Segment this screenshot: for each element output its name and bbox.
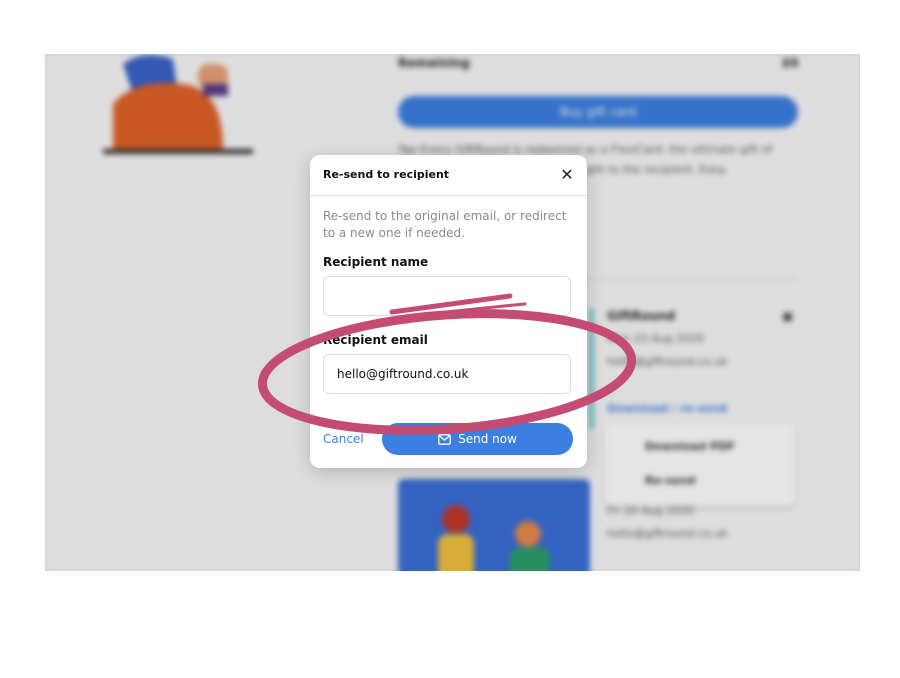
modal-description: Re-send to the original email, or redire… — [323, 209, 567, 240]
modal-title: Re-send to recipient — [323, 168, 450, 181]
recipient-name-label: Recipient name — [323, 255, 429, 269]
close-icon[interactable]: ✕ — [558, 165, 576, 184]
modal-header: Re-send to recipient ✕ — [310, 155, 587, 196]
mail-icon — [438, 433, 451, 445]
recipient-email-label: Recipient email — [323, 333, 428, 347]
cancel-button[interactable]: Cancel — [323, 432, 364, 446]
recipient-email-field[interactable]: hello@giftround.co.uk — [323, 354, 571, 394]
recipient-name-field[interactable] — [323, 276, 571, 316]
send-now-button[interactable]: Send now — [382, 423, 573, 455]
resend-modal: Re-send to recipient ✕ Re-send to the or… — [310, 155, 587, 468]
send-now-label: Send now — [458, 432, 517, 446]
